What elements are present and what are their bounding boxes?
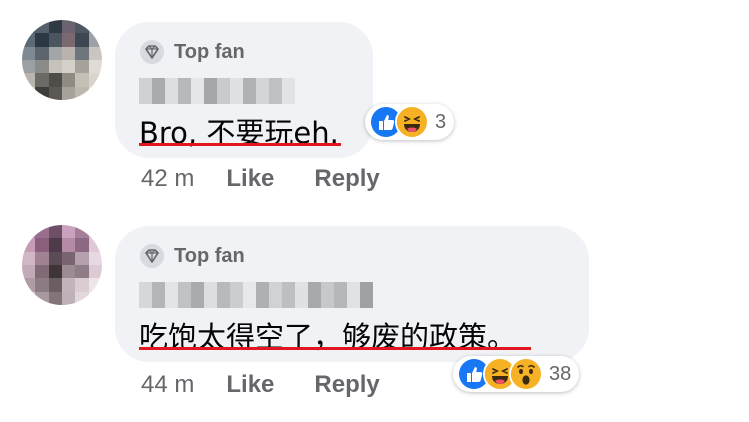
diamond-icon xyxy=(139,39,165,65)
avatar[interactable] xyxy=(22,20,102,100)
badge-label: Top fan xyxy=(174,40,245,63)
diamond-icon xyxy=(139,243,165,269)
top-fan-badge: Top fan xyxy=(139,39,245,65)
reactions-summary[interactable]: 38 xyxy=(453,356,580,392)
avatar[interactable] xyxy=(22,225,102,305)
reaction-count: 38 xyxy=(549,362,572,385)
reply-button[interactable]: Reply xyxy=(314,371,379,399)
reactions-summary[interactable]: 3 xyxy=(365,104,455,140)
haha-icon xyxy=(395,105,429,139)
comment-actions: 44 m Like Reply xyxy=(141,371,420,399)
comment-bubble: Top fan 吃饱太得空了，够废的政策。 xyxy=(115,226,589,362)
reply-button[interactable]: Reply xyxy=(314,165,379,193)
red-underline xyxy=(139,143,341,146)
like-button[interactable]: Like xyxy=(226,165,274,193)
comment-bubble: Top fan Bro, 不要玩eh. xyxy=(115,22,373,158)
reaction-count: 3 xyxy=(435,110,447,133)
author-name-redacted[interactable] xyxy=(139,282,373,308)
comment-actions: 42 m Like Reply xyxy=(141,165,420,193)
author-name-redacted[interactable] xyxy=(139,78,295,104)
badge-label: Top fan xyxy=(174,244,245,267)
timestamp[interactable]: 42 m xyxy=(141,165,194,193)
red-underline xyxy=(139,347,531,350)
top-fan-badge: Top fan xyxy=(139,243,245,269)
like-button[interactable]: Like xyxy=(226,371,274,399)
timestamp[interactable]: 44 m xyxy=(141,371,194,399)
wow-icon xyxy=(509,357,543,391)
